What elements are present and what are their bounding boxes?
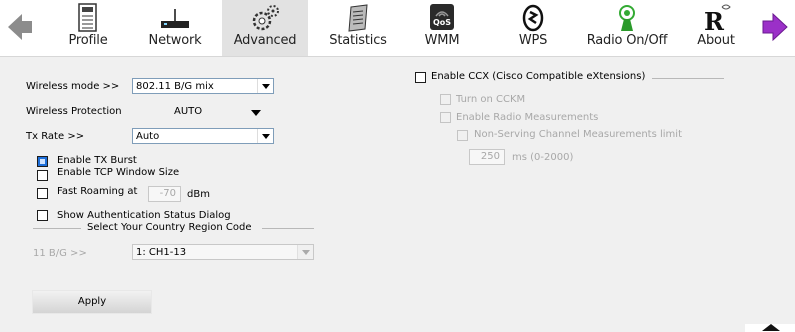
apply-button[interactable]: Apply (32, 290, 152, 314)
radio-measurements-checkbox[interactable] (440, 112, 451, 123)
ccx-checkbox[interactable] (415, 72, 426, 83)
ccx-label: Enable CCX (Cisco Compatible eXtensions) (431, 71, 646, 82)
tab-network[interactable]: Network (140, 0, 210, 56)
about-icon: R (702, 3, 731, 36)
tab-statistics-label: Statistics (329, 33, 387, 48)
tcp-window-label: Enable TCP Window Size (57, 167, 180, 178)
back-arrow-icon[interactable] (6, 12, 34, 46)
wireless-protection-label: Wireless Protection (26, 106, 122, 117)
wireless-mode-label: Wireless mode >> (26, 81, 120, 92)
fast-roaming-checkbox[interactable] (37, 188, 48, 199)
tab-wmm[interactable]: QoS WMM (414, 0, 470, 56)
forward-arrow-icon[interactable] (761, 12, 789, 46)
profile-icon (76, 3, 100, 37)
tab-about-label: About (697, 33, 735, 48)
wmm-icon-text: QoS (432, 18, 452, 27)
tab-about[interactable]: R About (690, 0, 742, 56)
chevron-down-icon[interactable] (257, 129, 273, 143)
wps-icon (520, 3, 546, 37)
tab-radio-on-off[interactable]: Radio On/Off (578, 0, 676, 56)
region-band-label: 11 B/G >> (33, 248, 87, 259)
tx-rate-value: Auto (136, 131, 160, 142)
auth-dialog-checkbox[interactable] (37, 210, 48, 221)
tcp-window-checkbox[interactable] (37, 170, 48, 181)
auth-dialog-label: Show Authentication Status Dialog (57, 210, 231, 221)
measurement-limit-unit: ms (0-2000) (512, 152, 574, 163)
cckm-label: Turn on CCKM (456, 94, 526, 105)
advanced-icon (248, 3, 282, 37)
chevron-down-icon[interactable] (297, 245, 313, 259)
fast-roaming-unit: dBm (187, 189, 210, 200)
region-group-label: Select Your Country Region Code (87, 222, 252, 233)
protection-dropdown-icon[interactable] (251, 110, 261, 116)
radio-icon (614, 3, 640, 37)
chevron-down-icon[interactable] (257, 79, 273, 93)
tab-wps-label: WPS (518, 33, 548, 48)
tx-rate-select[interactable]: Auto (132, 128, 274, 144)
wireless-protection-value[interactable]: AUTO (174, 106, 202, 117)
tab-advanced[interactable]: Advanced (222, 0, 308, 56)
nonserving-checkbox[interactable] (457, 130, 468, 141)
region-group-line-left (33, 228, 81, 229)
region-group-line-right (262, 228, 314, 229)
tab-network-label: Network (148, 33, 202, 48)
cckm-checkbox[interactable] (440, 94, 451, 105)
wireless-mode-value: 802.11 B/G mix (136, 81, 214, 92)
region-select[interactable]: 1: CH1-13 (132, 244, 314, 260)
nonserving-label: Non-Serving Channel Measurements limit (474, 129, 682, 140)
tab-wmm-label: WMM (424, 33, 460, 48)
tab-profile-label: Profile (68, 33, 108, 48)
fast-roaming-input[interactable]: -70 (148, 186, 181, 202)
ccx-group-line (652, 78, 724, 79)
tab-wps[interactable]: WPS (505, 0, 561, 56)
wmm-icon: QoS (429, 3, 455, 31)
fast-roaming-label: Fast Roaming at (57, 186, 138, 197)
region-value: 1: CH1-13 (136, 247, 187, 258)
tab-statistics[interactable]: Statistics (318, 0, 398, 56)
tab-profile[interactable]: Profile (54, 0, 122, 56)
statistics-icon (343, 3, 373, 37)
tx-rate-label: Tx Rate >> (26, 131, 85, 142)
tab-radio-label: Radio On/Off (586, 33, 668, 48)
advanced-panel: Wireless mode >> 802.11 B/G mix Wireless… (0, 56, 795, 332)
tx-burst-label: Enable TX Burst (57, 155, 137, 166)
tx-burst-checkbox[interactable] (37, 156, 48, 167)
tab-advanced-label: Advanced (233, 33, 297, 48)
measurement-limit-input[interactable]: 250 (469, 149, 505, 165)
network-icon (158, 3, 192, 37)
toolbar: Profile Network Advanced Statistics QoS … (0, 0, 795, 56)
radio-measurements-label: Enable Radio Measurements (456, 112, 599, 123)
wireless-mode-select[interactable]: 802.11 B/G mix (132, 78, 274, 94)
